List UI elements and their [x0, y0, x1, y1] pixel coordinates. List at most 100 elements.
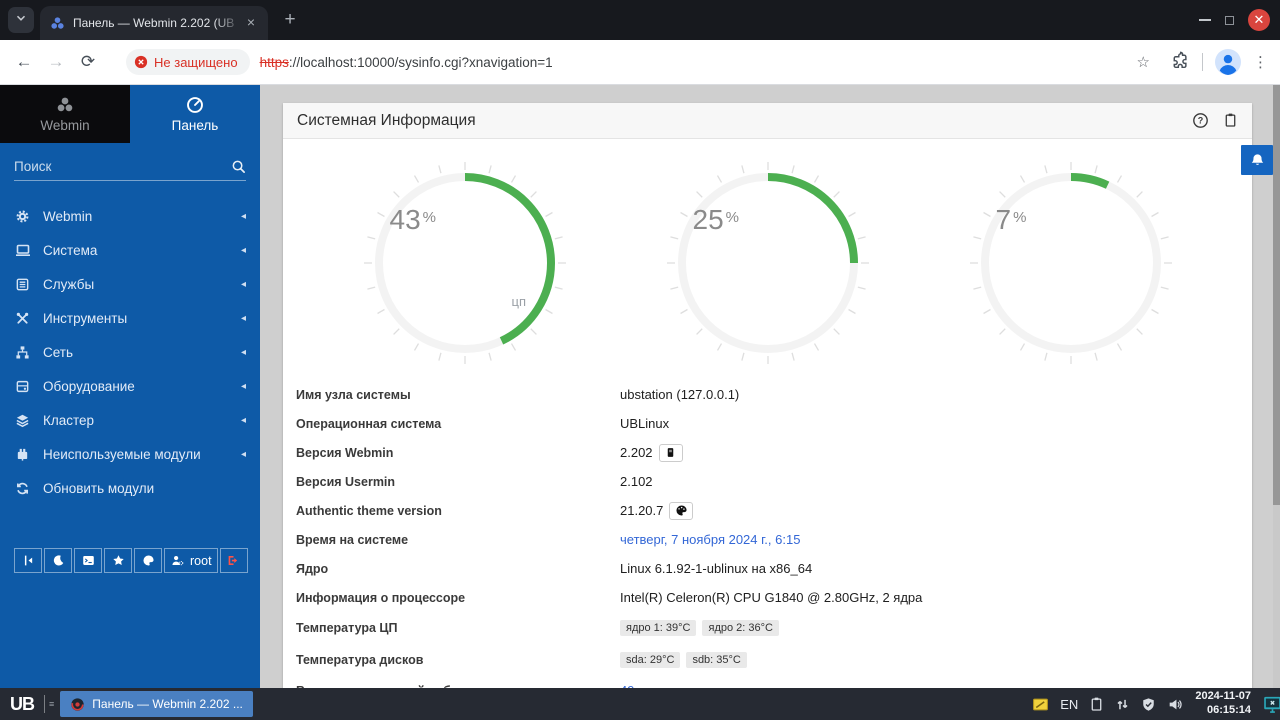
info-label: Authentic theme version	[296, 503, 442, 518]
chevron-left-icon: ◂	[240, 346, 246, 358]
speaker-icon[interactable]	[1167, 697, 1184, 712]
info-row: Температура дисков sda: 29°C sdb: 35°C	[283, 644, 1252, 676]
sidebar-item[interactable]: Webmin ◂	[0, 199, 260, 233]
info-label: Ядро	[296, 561, 329, 576]
palette-icon	[142, 554, 155, 567]
sidebar-item[interactable]: Инструменты ◂	[0, 301, 260, 335]
layers-icon	[14, 413, 31, 428]
info-table: Имя узла системы ubstation (127.0.0.1) О…	[283, 380, 1252, 705]
profile-avatar[interactable]	[1215, 49, 1241, 75]
notifications-button[interactable]	[1241, 145, 1273, 175]
network-arrows-icon[interactable]	[1115, 697, 1130, 712]
info-value: UBLinux	[620, 416, 670, 431]
signout-icon	[227, 554, 240, 567]
reload-button[interactable]: ⟳	[72, 52, 104, 72]
terminal-button[interactable]	[74, 548, 102, 573]
clipboard-icon[interactable]	[1223, 112, 1238, 129]
address-bar[interactable]: Не защищено https://localhost:10000/sysi…	[118, 47, 1158, 77]
night-mode-button[interactable]	[44, 548, 72, 573]
sidebar-item[interactable]: Сеть ◂	[0, 335, 260, 369]
new-tab-button[interactable]: +	[278, 9, 302, 31]
terminal-icon	[82, 554, 95, 567]
sidebar-tab-webmin[interactable]: Webmin	[0, 85, 130, 143]
star-icon	[112, 554, 125, 567]
browser-menu-button[interactable]: ⋮	[1253, 53, 1268, 71]
package-icon	[665, 446, 676, 459]
tab-search-button[interactable]	[8, 7, 34, 33]
browser-tab-active[interactable]: Панель — Webmin 2.202 (UB ×	[40, 6, 268, 40]
window-minimize-button[interactable]	[1199, 19, 1211, 21]
search-input[interactable]	[14, 159, 231, 174]
notes-icon[interactable]	[1032, 696, 1049, 713]
window-list-handle[interactable]: ≡	[49, 699, 54, 709]
webmin-favicon	[50, 16, 65, 31]
webmin-logo-icon	[56, 96, 74, 114]
keyboard-layout[interactable]: EN	[1060, 697, 1078, 712]
info-value: Intel(R) Celeron(R) CPU G1840 @ 2.80GHz,…	[620, 590, 923, 605]
info-label: Версия Usermin	[296, 474, 396, 489]
user-button[interactable]: root	[164, 548, 218, 573]
server-icon	[14, 277, 31, 292]
window-restore-button[interactable]	[1225, 15, 1234, 25]
chevron-left-icon: ◂	[240, 210, 246, 222]
scrollbar[interactable]	[1273, 85, 1280, 688]
info-value-cell: ядро 1: 39°C ядро 2: 36°C	[620, 620, 779, 636]
clipboard-tray-icon[interactable]	[1089, 696, 1104, 712]
ub-menu-button[interactable]: UB	[0, 694, 44, 715]
scrollbar-thumb[interactable]	[1273, 85, 1280, 505]
sidebar-item[interactable]: Кластер ◂	[0, 403, 260, 437]
sidebar-item[interactable]: Неиспользуемые модули ◂	[0, 437, 260, 471]
sidebar-item-label: Неиспользуемые модули	[43, 446, 201, 462]
taskbar-task-button[interactable]: Панель — Webmin 2.202 ...	[60, 691, 253, 717]
back-button[interactable]: ←	[8, 52, 40, 72]
collapse-sidebar-button[interactable]	[14, 548, 42, 573]
info-value: 2.202	[620, 445, 653, 460]
info-row: Ядро Linux 6.1.92-1-ublinux на x86_64	[283, 554, 1252, 583]
security-chip[interactable]: Не защищено	[126, 49, 250, 75]
network-icon	[14, 345, 31, 360]
chevron-left-icon: ◂	[240, 312, 246, 324]
bookmark-star-icon[interactable]: ☆	[1137, 53, 1150, 71]
logout-button[interactable]	[219, 548, 248, 573]
tab-title-fade	[214, 6, 242, 40]
sidebar-tabs: Webmin Панель	[0, 85, 260, 143]
forward-button[interactable]: →	[40, 52, 72, 72]
help-icon[interactable]: ?	[1192, 112, 1209, 129]
package-icon-button[interactable]	[658, 443, 683, 462]
refresh-icon	[14, 481, 31, 496]
url-rest: ://localhost:10000/sysinfo.cgi?xnavigati…	[288, 54, 553, 70]
moon-icon	[52, 554, 65, 567]
info-value-cell: ubstation (127.0.0.1)	[620, 387, 739, 402]
info-value-link[interactable]: четверг, 7 ноября 2024 г., 6:15	[620, 532, 800, 547]
shield-icon[interactable]	[1141, 697, 1156, 712]
info-label: Температура дисков	[296, 653, 424, 667]
sidebar: Webmin Панель Webmin ◂ Система ◂ Сл	[0, 85, 260, 688]
collapse-icon	[22, 554, 35, 567]
sidebar-tab-dashboard[interactable]: Панель	[130, 85, 260, 143]
temperature-badge: sdb: 35°C	[686, 652, 747, 668]
sidebar-item-label: Система	[43, 242, 98, 258]
sidebar-search	[14, 159, 246, 181]
favorites-button[interactable]	[104, 548, 132, 573]
extensions-puzzle-icon[interactable]	[1168, 51, 1190, 74]
sidebar-item[interactable]: Система ◂	[0, 233, 260, 267]
window-close-button[interactable]: ✕	[1248, 9, 1270, 31]
theme-button[interactable]	[134, 548, 162, 573]
desktop: Панель — Webmin 2.202 (UB × + ✕ ← → ⟳ Не…	[0, 0, 1280, 720]
sidebar-item-label: Кластер	[43, 412, 95, 428]
info-value-cell: 2.102	[620, 474, 653, 489]
sidebar-item[interactable]: Оборудование ◂	[0, 369, 260, 403]
clock[interactable]: 2024-11-07 06:15:14	[1195, 690, 1251, 718]
sidebar-menu: Webmin ◂ Система ◂ Службы ◂ Инструменты …	[0, 199, 260, 505]
sidebar-item[interactable]: Службы ◂	[0, 267, 260, 301]
palette-icon-button[interactable]	[669, 501, 694, 520]
info-value: ubstation (127.0.0.1)	[620, 387, 740, 402]
screenshot-monitor-icon[interactable]	[1262, 695, 1280, 714]
tab-close-button[interactable]: ×	[242, 14, 260, 32]
sidebar-item-label: Webmin	[43, 208, 93, 224]
info-row: Версия Webmin 2.202	[283, 438, 1252, 467]
info-value: 21.20.7	[620, 503, 664, 518]
sidebar-item[interactable]: Обновить модули	[0, 471, 260, 505]
speedometer-icon	[186, 96, 204, 114]
gauge-value: 25%	[692, 204, 740, 235]
